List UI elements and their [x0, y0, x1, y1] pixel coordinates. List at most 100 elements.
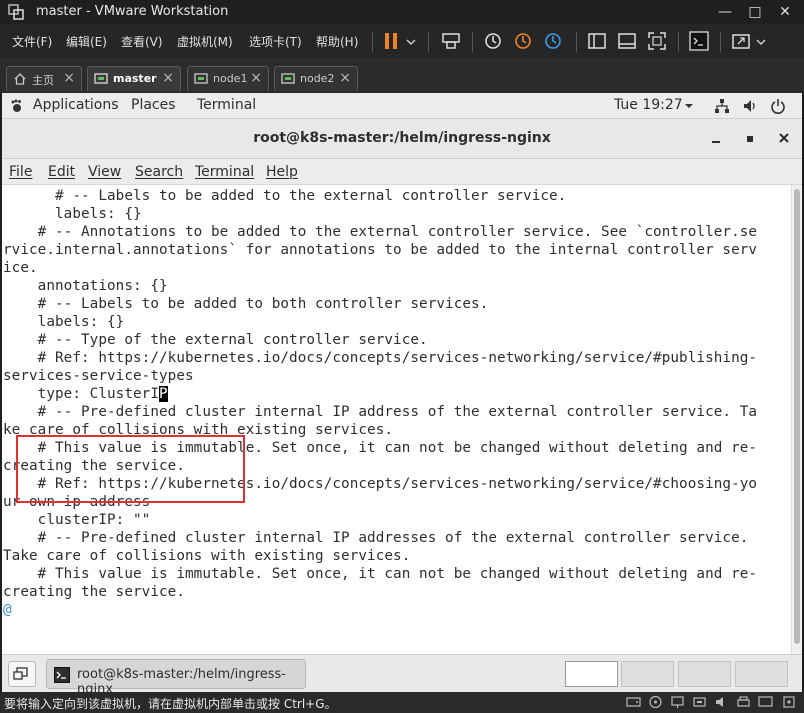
volume-icon[interactable] [742, 98, 758, 114]
pause-icon[interactable] [380, 30, 402, 52]
toolbar-separator [372, 32, 373, 52]
toolbar-separator [576, 32, 577, 52]
close-icon[interactable]: × [63, 70, 75, 86]
chevron-down-icon[interactable] [754, 30, 768, 52]
terminal-line: # -- Labels to be added to both controll… [3, 296, 489, 312]
vm-icon [194, 73, 208, 84]
tab-label: master [113, 72, 157, 85]
terminal-line: # -- Labels to be added to the external … [3, 188, 567, 204]
snapshot-icon[interactable] [482, 30, 504, 52]
terminal-scrollbar[interactable] [791, 185, 802, 654]
menu-edit[interactable]: 编辑(E) [66, 33, 107, 50]
vm-tab-bar: 主页 × master × node1 × node2 × [0, 58, 804, 93]
power-icon[interactable] [770, 98, 786, 114]
terminal-menubar: File Edit View Search Terminal Help [2, 159, 802, 185]
terminal-line: ice. [3, 260, 38, 276]
terminal-menu-edit[interactable]: Edit [48, 164, 75, 180]
terminal-output[interactable]: # -- Labels to be added to the external … [2, 185, 791, 654]
text-cursor: P [159, 386, 168, 402]
terminal-line: clusterIP: "" [3, 512, 151, 528]
network-icon[interactable] [714, 98, 730, 114]
workspace-2[interactable] [621, 661, 674, 687]
menu-tabs[interactable]: 选项卡(T) [249, 33, 302, 50]
terminal-line-cursor: type: ClusterIP [3, 385, 168, 403]
chevron-down-icon[interactable] [404, 30, 418, 52]
vm-icon [94, 73, 108, 84]
terminal-icon [54, 667, 70, 683]
sound-card-icon[interactable] [714, 695, 729, 709]
terminal-titlebar: root@k8s-master:/helm/ingress-nginx [2, 119, 802, 159]
network-adapter-icon[interactable] [670, 695, 685, 709]
gnome-top-bar: Applications Places Terminal Tue 19:27 [2, 93, 802, 119]
terminal-menu-file[interactable]: File [9, 164, 32, 180]
scrollbar-thumb[interactable] [794, 189, 800, 644]
close-icon[interactable]: × [339, 70, 351, 86]
terminal-line: # -- Pre-defined cluster internal IP add… [3, 530, 749, 546]
console-view-icon[interactable] [616, 30, 638, 52]
workspace-3[interactable] [678, 661, 731, 687]
cursor-line-text: type: ClusterI [3, 386, 160, 402]
close-button[interactable]: ✕ [770, 2, 800, 22]
tab-node2[interactable]: node2 × [274, 66, 358, 91]
terminal-line: # -- Pre-defined cluster internal IP add… [3, 404, 758, 420]
maximize-icon[interactable] [739, 128, 761, 150]
workspace-1[interactable] [565, 661, 618, 687]
terminal-line: # Ref: https://kubernetes.io/docs/concep… [3, 350, 758, 366]
terminal-title: root@k8s-master:/helm/ingress-nginx [253, 130, 551, 146]
fullscreen-icon[interactable] [646, 30, 668, 52]
more-devices-icon[interactable] [782, 695, 797, 709]
terminal-menu-view[interactable]: View [88, 164, 121, 180]
terminal-menu-search[interactable]: Search [135, 164, 183, 180]
tab-home[interactable]: 主页 × [6, 66, 82, 91]
terminal-line: labels: {} [3, 314, 125, 330]
status-text: 要将输入定向到该虚拟机，请在虚拟机内部单击或按 Ctrl+G。 [4, 697, 337, 711]
tab-label: 主页 [32, 74, 54, 87]
toolbar-separator [428, 32, 429, 52]
tab-master[interactable]: master × [87, 66, 181, 91]
terminal-menu-help[interactable]: Help [266, 164, 298, 180]
taskbar-terminal-item[interactable]: root@k8s-master:/helm/ingress-nginx [46, 659, 306, 697]
terminal-line: services-service-types [3, 368, 194, 384]
terminal-line: rvice.internal.annotations` for annotati… [3, 242, 758, 258]
workspace-4[interactable] [735, 661, 788, 687]
usb-icon[interactable] [692, 695, 707, 709]
terminal-menu-terminal[interactable]: Terminal [195, 164, 254, 180]
vmware-titlebar: master - VMware Workstation — □ ✕ [0, 0, 804, 24]
revert-snapshot-icon[interactable] [512, 30, 534, 52]
places-menu[interactable]: Places [131, 97, 176, 113]
toolbar-separator [678, 32, 679, 52]
toolbar-separator [720, 32, 721, 52]
close-icon[interactable]: × [250, 70, 262, 86]
maximize-button[interactable]: □ [740, 2, 770, 22]
terminal-line: labels: {} [3, 206, 142, 222]
sidebar-toggle-icon[interactable] [586, 30, 608, 52]
send-keys-icon[interactable] [440, 30, 462, 52]
menu-vm[interactable]: 虚拟机(M) [177, 33, 233, 50]
toolbar-separator [472, 32, 473, 52]
minimize-button[interactable]: — [710, 2, 740, 22]
prompt-char: @ [3, 602, 12, 618]
menu-view[interactable]: 查看(V) [121, 33, 163, 50]
menu-help[interactable]: 帮助(H) [316, 33, 358, 50]
stretch-view-icon[interactable] [730, 30, 752, 52]
printer-icon[interactable] [736, 695, 751, 709]
tab-label: node2 [300, 72, 335, 85]
snapshot-manager-icon[interactable] [542, 30, 564, 52]
terminal-view-icon[interactable] [688, 30, 710, 52]
terminal-menu[interactable]: Terminal [197, 97, 256, 113]
gnome-foot-icon [11, 99, 21, 112]
hard-disk-icon[interactable] [626, 695, 641, 709]
minimize-icon[interactable] [705, 128, 727, 150]
tab-node1[interactable]: node1 × [187, 66, 269, 91]
clock[interactable]: Tue 19:27 [614, 97, 683, 113]
menu-file[interactable]: 文件(F) [12, 33, 52, 50]
cd-dvd-icon[interactable] [648, 695, 663, 709]
highlight-box [16, 435, 245, 503]
gnome-taskbar: root@k8s-master:/helm/ingress-nginx [2, 654, 802, 697]
show-desktop-button[interactable] [8, 661, 36, 687]
window-title: master - VMware Workstation [36, 4, 229, 19]
applications-menu[interactable]: Applications [33, 97, 119, 113]
close-icon[interactable]: × [162, 70, 174, 86]
close-icon[interactable] [773, 128, 795, 150]
display-icon[interactable] [758, 695, 773, 709]
